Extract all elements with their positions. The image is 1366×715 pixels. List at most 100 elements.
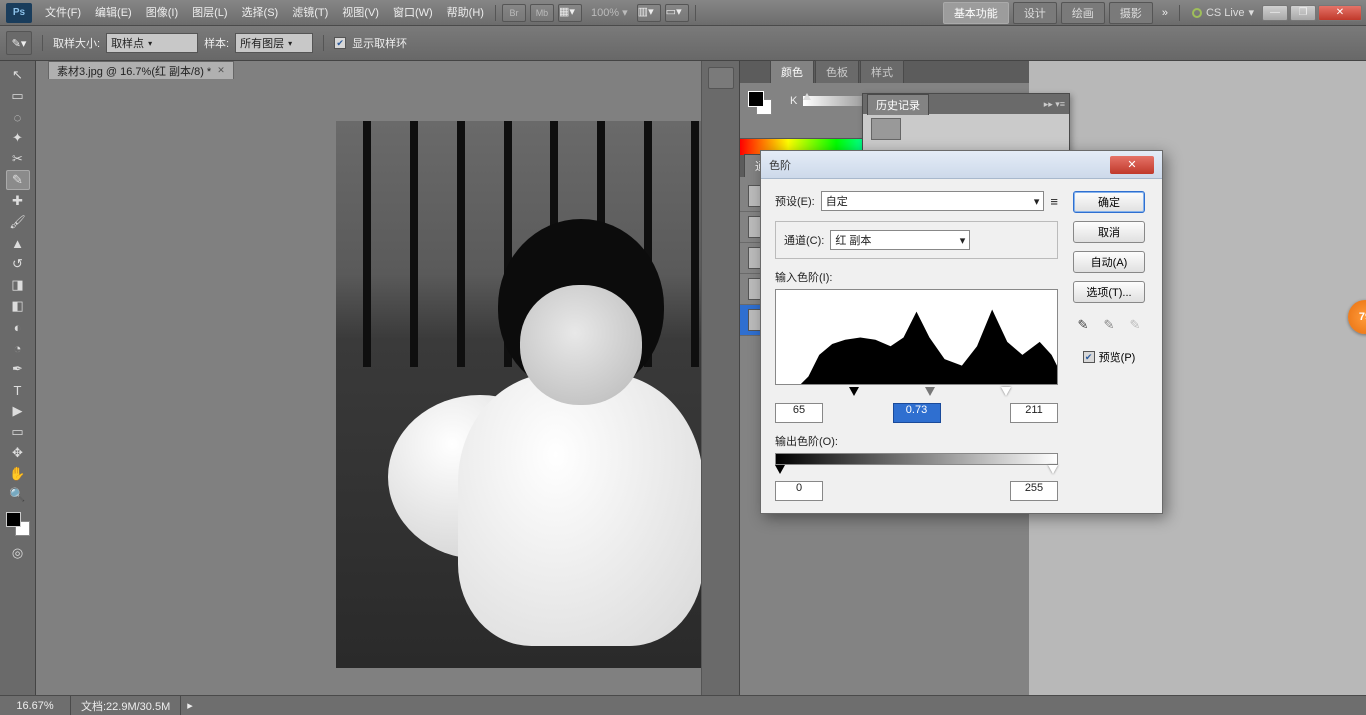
status-arrow-icon[interactable]: ▸: [181, 699, 199, 712]
heal-tool-icon[interactable]: ✚: [6, 191, 30, 211]
workspace-paint[interactable]: 绘画: [1061, 2, 1105, 24]
sample-label: 样本:: [204, 35, 229, 51]
menu-filter[interactable]: 滤镜(T): [285, 0, 335, 26]
screenmode-icon[interactable]: ▦▾: [558, 4, 582, 22]
move-tool-icon[interactable]: ↖: [6, 65, 30, 85]
input-gamma-field[interactable]: 0.73: [893, 403, 941, 423]
history-brush-icon[interactable]: ↺: [6, 254, 30, 274]
menu-bar: Ps 文件(F) 编辑(E) 图像(I) 图层(L) 选择(S) 滤镜(T) 视…: [0, 0, 1366, 26]
dialog-close-button[interactable]: ✕: [1110, 156, 1154, 174]
black-point-handle[interactable]: [849, 387, 859, 396]
show-ring-checkbox[interactable]: ✔: [334, 37, 346, 49]
input-white-field[interactable]: 211: [1010, 403, 1058, 423]
screen-icon[interactable]: ▭▾: [665, 4, 689, 22]
panel-color-swatch[interactable]: [748, 91, 772, 115]
options-button[interactable]: 选项(T)...: [1073, 281, 1145, 303]
white-eyedropper-icon[interactable]: ✎: [1125, 315, 1145, 335]
sample-size-select[interactable]: 取样点▾: [106, 33, 198, 53]
tab-styles[interactable]: 样式: [860, 60, 904, 83]
document-image[interactable]: [336, 121, 701, 668]
output-levels-label: 输出色阶(O):: [775, 433, 1058, 449]
history-snapshot[interactable]: [863, 114, 1069, 144]
preset-menu-icon[interactable]: ≡: [1050, 194, 1058, 209]
menu-window[interactable]: 窗口(W): [386, 0, 440, 26]
auto-button[interactable]: 自动(A): [1073, 251, 1145, 273]
menu-help[interactable]: 帮助(H): [440, 0, 491, 26]
color-swatch[interactable]: [6, 512, 30, 536]
menu-layer[interactable]: 图层(L): [185, 0, 234, 26]
workspace-photo[interactable]: 摄影: [1109, 2, 1153, 24]
zoom-tool-icon[interactable]: 🔍: [6, 485, 30, 505]
tool-preset-icon[interactable]: ✎▾: [6, 31, 32, 55]
k-label: K: [790, 95, 797, 107]
tab-color[interactable]: 颜色: [770, 60, 814, 83]
out-white-handle[interactable]: [1048, 465, 1058, 474]
output-gradient: [775, 453, 1058, 465]
workspace-more[interactable]: »: [1155, 0, 1175, 26]
bridge-icon[interactable]: Br: [502, 4, 526, 22]
tab-close-icon[interactable]: ✕: [217, 65, 225, 76]
tab-swatches[interactable]: 色板: [815, 60, 859, 83]
zoom-field[interactable]: [0, 697, 70, 715]
quickmask-icon[interactable]: ◎: [6, 543, 30, 563]
pen-tool-icon[interactable]: ✒: [6, 359, 30, 379]
maximize-button[interactable]: ❐: [1290, 5, 1316, 21]
dodge-tool-icon[interactable]: ◔: [6, 338, 30, 358]
hand-tool-icon[interactable]: ✋: [6, 464, 30, 484]
cslive-button[interactable]: CS Live ▾: [1184, 6, 1262, 19]
white-point-handle[interactable]: [1001, 387, 1011, 396]
preset-select[interactable]: 自定▾: [821, 191, 1045, 211]
workspace-essential[interactable]: 基本功能: [943, 2, 1009, 24]
type-tool-icon[interactable]: T: [6, 380, 30, 400]
history-tab[interactable]: 历史记录: [867, 94, 929, 115]
channel-select[interactable]: 红 副本▾: [830, 230, 970, 250]
lasso-tool-icon[interactable]: ◌: [6, 107, 30, 127]
show-ring-label: 显示取样环: [352, 35, 407, 51]
zoom-combo[interactable]: 100% ▾: [584, 0, 635, 26]
dock-collapse-icon[interactable]: [708, 67, 734, 89]
eyedropper-tool-icon[interactable]: ✎: [6, 170, 30, 190]
menu-edit[interactable]: 编辑(E): [88, 0, 139, 26]
close-button[interactable]: ✕: [1318, 5, 1362, 21]
output-slider[interactable]: [775, 465, 1058, 477]
3d-tool-icon[interactable]: ✥: [6, 443, 30, 463]
preview-label: 预览(P): [1099, 349, 1136, 365]
gradient-tool-icon[interactable]: ◧: [6, 296, 30, 316]
document-tab[interactable]: 素材3.jpg @ 16.7%(红 副本/8) * ✕: [48, 61, 234, 79]
gamma-handle[interactable]: [925, 387, 935, 396]
crop-tool-icon[interactable]: ✂: [6, 149, 30, 169]
workspace-design[interactable]: 设计: [1013, 2, 1057, 24]
blur-tool-icon[interactable]: ◐: [6, 317, 30, 337]
canvas-area: 素材3.jpg @ 16.7%(红 副本/8) * ✕: [36, 61, 701, 715]
wand-tool-icon[interactable]: ✦: [6, 128, 30, 148]
stamp-tool-icon[interactable]: ▲: [6, 233, 30, 253]
ok-button[interactable]: 确定: [1073, 191, 1145, 213]
toolbox: ↖ ▭ ◌ ✦ ✂ ✎ ✚ 🖌 ▲ ↺ ◨ ◧ ◐ ◔ ✒ T ▶ ▭ ✥ ✋ …: [0, 61, 36, 715]
menu-image[interactable]: 图像(I): [139, 0, 185, 26]
menu-file[interactable]: 文件(F): [38, 0, 88, 26]
input-black-field[interactable]: 65: [775, 403, 823, 423]
sample-select[interactable]: 所有图层▾: [235, 33, 313, 53]
minimize-button[interactable]: —: [1262, 5, 1288, 21]
output-white-field[interactable]: 255: [1010, 481, 1058, 501]
black-eyedropper-icon[interactable]: ✎: [1073, 315, 1093, 335]
brush-tool-icon[interactable]: 🖌: [6, 212, 30, 232]
palette-menu-icon[interactable]: ▸▸ ▾≡: [1044, 99, 1065, 110]
gray-eyedropper-icon[interactable]: ✎: [1099, 315, 1119, 335]
shape-tool-icon[interactable]: ▭: [6, 422, 30, 442]
cancel-button[interactable]: 取消: [1073, 221, 1145, 243]
preview-checkbox[interactable]: ✔: [1083, 351, 1095, 363]
marquee-tool-icon[interactable]: ▭: [6, 86, 30, 106]
input-slider[interactable]: [775, 387, 1058, 399]
path-tool-icon[interactable]: ▶: [6, 401, 30, 421]
color-panel-tabs: 颜色 色板 样式: [740, 61, 1029, 83]
minibridge-icon[interactable]: Mb: [530, 4, 554, 22]
channel-label: 通道(C):: [784, 232, 824, 248]
output-black-field[interactable]: 0: [775, 481, 823, 501]
eraser-tool-icon[interactable]: ◨: [6, 275, 30, 295]
arrange-icon[interactable]: ▥▾: [637, 4, 661, 22]
menu-view[interactable]: 视图(V): [335, 0, 386, 26]
out-black-handle[interactable]: [775, 465, 785, 474]
dialog-titlebar[interactable]: 色阶 ✕: [761, 151, 1162, 179]
menu-select[interactable]: 选择(S): [235, 0, 286, 26]
